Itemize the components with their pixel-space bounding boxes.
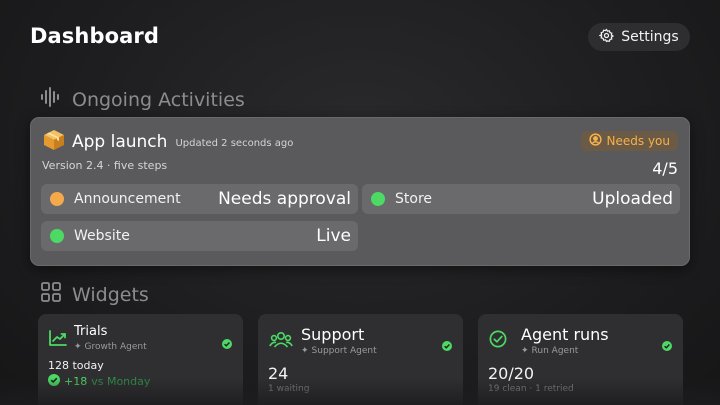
activity-version: Version 2.4 · five steps bbox=[42, 159, 168, 172]
widget-delta-suffix: vs Monday bbox=[91, 375, 151, 388]
widget-trials[interactable]: Trials ✦ Growth Agent 128 today +18 vs M… bbox=[38, 314, 243, 405]
widget-agent: ✦ Run Agent bbox=[521, 346, 578, 356]
activity-updated: Updated 2 seconds ago bbox=[175, 138, 294, 149]
check-icon bbox=[662, 336, 672, 355]
trend-up-icon bbox=[49, 330, 67, 350]
step-store[interactable]: Store Uploaded bbox=[362, 184, 680, 214]
activity-card-app-launch[interactable]: App launch Updated 2 seconds ago Needs y… bbox=[30, 117, 690, 266]
ongoing-activities-header: Ongoing Activities bbox=[40, 86, 245, 113]
activity-progress: 4/5 bbox=[652, 159, 678, 178]
settings-label: Settings bbox=[621, 29, 679, 45]
widget-delta-value: +18 bbox=[64, 375, 88, 388]
status-dot bbox=[50, 192, 64, 206]
gear-icon bbox=[598, 28, 615, 47]
step-announcement[interactable]: Announcement Needs approval bbox=[41, 184, 358, 214]
widget-agent: ✦ Support Agent bbox=[301, 346, 377, 356]
step-status: Uploaded bbox=[592, 189, 673, 209]
waveform-icon bbox=[40, 86, 62, 113]
widget-value: 128 today bbox=[48, 359, 104, 372]
sparkle-icon: ✦ bbox=[74, 342, 82, 352]
widget-subtext: 19 clean · 1 retried bbox=[488, 384, 574, 394]
page-title: Dashboard bbox=[30, 24, 159, 48]
widgets-title: Widgets bbox=[72, 283, 149, 306]
widget-support[interactable]: Support ✦ Support Agent 24 1 waiting bbox=[258, 314, 463, 405]
widget-value: 24 bbox=[268, 364, 289, 383]
activity-header: App launch Updated 2 seconds ago bbox=[42, 128, 293, 156]
widget-agent-name: Support Agent bbox=[311, 346, 377, 356]
settings-button[interactable]: Settings bbox=[588, 23, 690, 51]
package-icon bbox=[42, 128, 66, 156]
widget-agent-name: Growth Agent bbox=[84, 342, 147, 352]
status-dot bbox=[371, 192, 385, 206]
widget-title: Support bbox=[301, 325, 365, 344]
people-icon bbox=[269, 330, 293, 352]
step-label: Announcement bbox=[74, 191, 181, 207]
step-label: Store bbox=[395, 191, 433, 207]
widget-title: Agent runs bbox=[521, 325, 609, 344]
widget-value: 20/20 bbox=[488, 364, 535, 383]
dashboard-page: Dashboard Settings Ongoing Activities Ap… bbox=[0, 0, 720, 405]
ongoing-activities-title: Ongoing Activities bbox=[72, 88, 245, 111]
widgets-header: Widgets bbox=[40, 281, 149, 308]
needs-you-label: Needs you bbox=[606, 134, 670, 148]
check-circle-icon bbox=[48, 374, 60, 389]
check-icon bbox=[442, 336, 452, 355]
widget-title: Trials bbox=[74, 324, 108, 339]
check-icon bbox=[222, 334, 232, 353]
step-status: Needs approval bbox=[218, 189, 351, 209]
status-dot bbox=[50, 229, 64, 243]
person-alert-icon bbox=[588, 133, 602, 149]
activity-title: App launch bbox=[72, 132, 168, 152]
widget-agent-runs[interactable]: Agent runs ✦ Run Agent 20/20 19 clean · … bbox=[478, 314, 683, 405]
widget-agent: ✦ Growth Agent bbox=[74, 342, 147, 352]
check-circle-icon bbox=[489, 330, 507, 352]
needs-you-badge[interactable]: Needs you bbox=[580, 131, 678, 151]
grid-icon bbox=[40, 281, 62, 308]
step-label: Website bbox=[74, 228, 130, 244]
widget-subtext: 1 waiting bbox=[268, 384, 310, 394]
widget-delta: +18 vs Monday bbox=[48, 374, 150, 389]
sparkle-icon: ✦ bbox=[521, 346, 529, 356]
step-website[interactable]: Website Live bbox=[41, 221, 358, 251]
step-status: Live bbox=[316, 226, 351, 246]
sparkle-icon: ✦ bbox=[301, 346, 309, 356]
widget-agent-name: Run Agent bbox=[531, 346, 579, 356]
